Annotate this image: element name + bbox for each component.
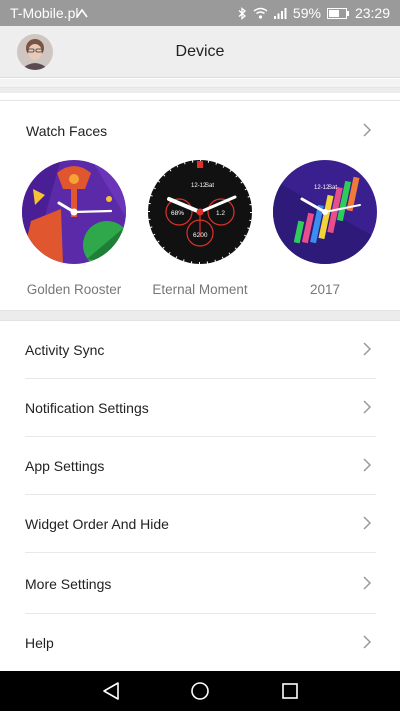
svg-text:68%: 68% [171, 210, 184, 217]
battery-icon [326, 7, 349, 19]
menu-item-activity-sync[interactable]: Activity Sync [0, 321, 400, 379]
watch-face-label: 2017 [309, 282, 341, 297]
menu-item-more-settings[interactable]: More Settings [0, 553, 400, 614]
settings-list: Activity Sync Notification Settings App … [0, 321, 400, 671]
menu-item-widget-order[interactable]: Widget Order And Hide [0, 495, 400, 553]
menu-item-label: Widget Order And Hide [25, 516, 169, 532]
chevron-right-icon [363, 458, 372, 472]
watch-face-label: Eternal Moment [152, 282, 248, 297]
menu-item-label: Help [25, 635, 54, 651]
app-header: Device [0, 26, 400, 78]
watch-faces-card: Watch Faces 12-12 Sat 68% 1.2 12-12 Sat … [0, 100, 400, 310]
svg-text:Sat: Sat [205, 183, 214, 189]
back-triangle-icon[interactable] [101, 681, 121, 701]
menu-item-label: Notification Settings [25, 400, 149, 416]
menu-item-app-settings[interactable]: App Settings [0, 437, 400, 495]
section-separator [0, 79, 400, 93]
menu-item-label: App Settings [25, 458, 105, 474]
watch-face-label: Golden Rooster [26, 282, 122, 297]
menu-item-label: More Settings [25, 576, 112, 592]
watch-face-golden-rooster[interactable] [21, 159, 127, 265]
chevron-right-icon [363, 576, 372, 590]
svg-text:Sat: Sat [328, 185, 337, 191]
chevron-right-icon [363, 400, 372, 414]
svg-text:1.2: 1.2 [216, 210, 225, 217]
signal-icon [273, 8, 287, 19]
watch-face-2017[interactable]: 12-12 Sat [272, 159, 378, 265]
menu-item-help[interactable]: Help [0, 614, 400, 672]
watch-face-eternal-moment[interactable]: 12-12 Sat 68% 1.2 6200 [147, 159, 253, 265]
battery-percent: 59% [292, 5, 321, 21]
bluetooth-icon [238, 6, 246, 20]
clock: 23:29 [354, 5, 390, 21]
home-circle-icon[interactable] [190, 681, 210, 701]
carrier-label: T-Mobile.pl [10, 5, 79, 21]
chevron-right-icon[interactable] [360, 123, 374, 137]
chevron-right-icon [363, 635, 372, 649]
wifi-icon [253, 7, 268, 19]
recents-square-icon[interactable] [280, 681, 300, 701]
menu-item-label: Activity Sync [25, 342, 105, 358]
chevron-right-icon [363, 342, 372, 356]
chevron-right-icon [363, 516, 372, 530]
watch-faces-heading[interactable]: Watch Faces [26, 123, 107, 139]
page-title: Device [175, 43, 225, 60]
vpn-arrow-icon [76, 8, 88, 18]
menu-item-notification-settings[interactable]: Notification Settings [0, 379, 400, 437]
system-nav-bar [0, 671, 400, 711]
section-separator [0, 310, 400, 321]
status-bar: T-Mobile.pl 59% 23:29 [0, 0, 400, 26]
